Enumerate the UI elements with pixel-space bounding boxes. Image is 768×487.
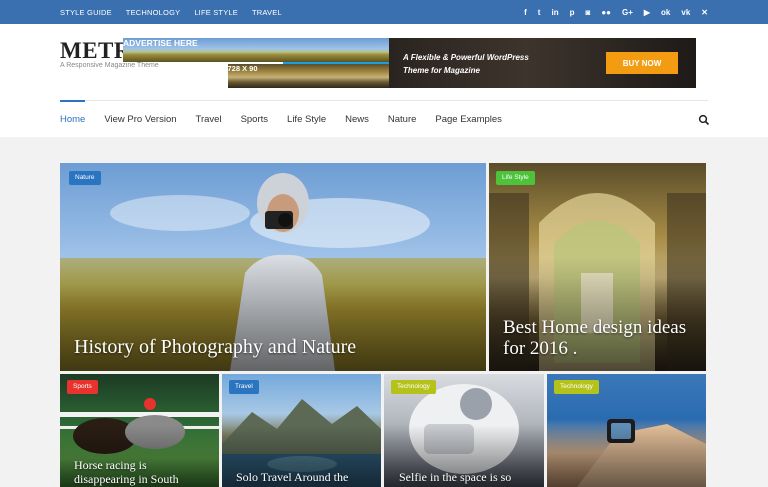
nav-item-view-pro-version[interactable]: View Pro Version — [104, 101, 176, 137]
pinterest-icon[interactable]: p — [570, 8, 575, 17]
nav-item-sports[interactable]: Sports — [241, 101, 268, 137]
top-link-life-style[interactable]: LIFE STYLE — [194, 8, 238, 17]
overlay-shade — [547, 424, 706, 487]
site-header: METRO A Responsive Magazine Theme ADVERT… — [0, 24, 768, 137]
nav-item-life-style[interactable]: Life Style — [287, 101, 326, 137]
social-icons: f t in p ◙ ●● G+ ▶ ok vk ✕ — [524, 0, 708, 24]
top-link-style-guide[interactable]: STYLE GUIDE — [60, 8, 112, 17]
post-title[interactable]: Solo Travel Around the — [236, 470, 376, 484]
nav-item-nature[interactable]: Nature — [388, 101, 417, 137]
post-card[interactable]: Sports Horse racing is disappearing in S… — [60, 374, 219, 487]
search-icon[interactable] — [698, 113, 710, 126]
buy-now-button[interactable]: BUY NOW — [606, 52, 678, 74]
vk-icon[interactable]: vk — [681, 8, 690, 17]
post-title[interactable]: Best Home design ideas for 2016 . — [503, 317, 693, 359]
nav-item-home[interactable]: Home — [60, 100, 86, 137]
twitter-icon[interactable]: t — [538, 8, 541, 17]
google-plus-icon[interactable]: G+ — [622, 8, 633, 17]
category-badge[interactable]: Travel — [229, 380, 259, 394]
category-badge[interactable]: Nature — [69, 171, 101, 185]
category-badge[interactable]: Technology — [554, 380, 599, 394]
site-tagline: A Responsive Magazine Theme — [60, 62, 159, 69]
nav-item-travel[interactable]: Travel — [196, 101, 222, 137]
ad-promo: A Flexible & Powerful WordPress Theme fo… — [389, 38, 696, 88]
top-link-technology[interactable]: TECHNOLOGY — [126, 8, 181, 17]
xing-icon[interactable]: ✕ — [701, 8, 708, 17]
main-nav: Home View Pro Version Travel Sports Life… — [60, 100, 502, 137]
linkedin-icon[interactable]: in — [551, 8, 558, 17]
facebook-icon[interactable]: f — [524, 8, 527, 17]
top-bar: STYLE GUIDE TECHNOLOGY LIFE STYLE TRAVEL… — [0, 0, 768, 24]
category-badge[interactable]: Life Style — [496, 171, 535, 185]
post-title[interactable]: Horse racing is disappearing in South — [74, 458, 204, 486]
post-title[interactable]: History of Photography and Nature — [74, 336, 356, 359]
post-card[interactable]: Technology — [547, 374, 706, 487]
instagram-icon[interactable]: ◙ — [585, 8, 590, 17]
category-badge[interactable]: Technology — [391, 380, 436, 394]
ad-banner[interactable]: ADVERTISE HERE 728 X 90 A Flexible & Pow… — [123, 38, 696, 88]
odnoklassniki-icon[interactable]: ok — [661, 8, 670, 17]
post-title[interactable]: Selfie in the space is so — [399, 470, 539, 484]
category-badge[interactable]: Sports — [67, 380, 98, 394]
top-links: STYLE GUIDE TECHNOLOGY LIFE STYLE TRAVEL — [60, 0, 282, 24]
post-card[interactable]: Technology Selfie in the space is so — [384, 374, 544, 487]
ad-label-box: ADVERTISE HERE 728 X 90 — [123, 38, 549, 88]
featured-post[interactable]: Life Style Best Home design ideas for 20… — [489, 163, 706, 371]
nav-item-news[interactable]: News — [345, 101, 369, 137]
ad-message: A Flexible & Powerful WordPress Theme fo… — [403, 53, 529, 75]
flickr-icon[interactable]: ●● — [601, 8, 611, 17]
post-card[interactable]: Travel Solo Travel Around the — [222, 374, 381, 487]
nav-item-page-examples[interactable]: Page Examples — [435, 101, 502, 137]
featured-post-large[interactable]: Nature History of Photography and Nature — [60, 163, 486, 371]
youtube-icon[interactable]: ▶ — [644, 8, 650, 17]
top-link-travel[interactable]: TRAVEL — [252, 8, 282, 17]
